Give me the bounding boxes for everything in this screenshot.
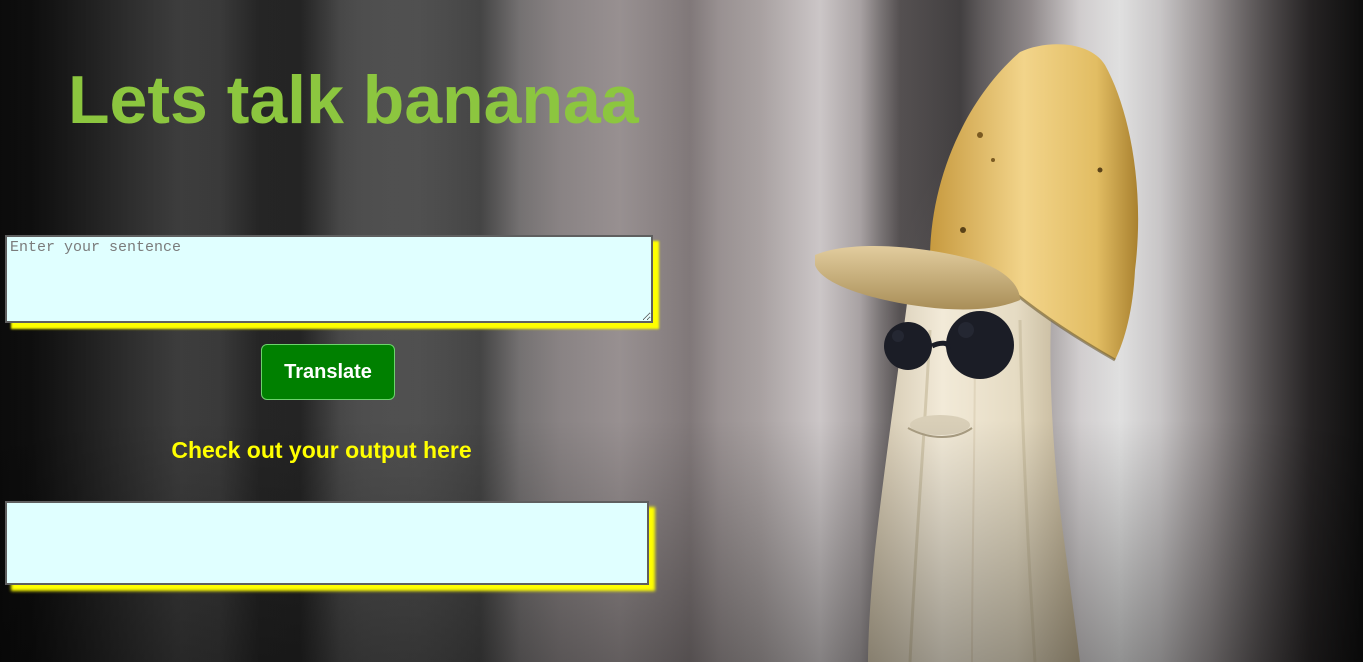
sunglasses-left-lens <box>884 322 932 370</box>
output-heading: Check out your output here <box>171 437 472 463</box>
translate-button[interactable]: Translate <box>261 344 395 400</box>
sentence-input-container <box>5 235 653 323</box>
sentence-input[interactable] <box>5 235 653 323</box>
banana-mascot-image <box>815 44 1139 662</box>
page-title: Lets talk bananaa <box>68 62 639 138</box>
page: Lets talk bananaa Translate Check out yo… <box>0 0 1363 662</box>
sunglasses-right-lens <box>946 311 1014 379</box>
output-box <box>5 501 649 585</box>
